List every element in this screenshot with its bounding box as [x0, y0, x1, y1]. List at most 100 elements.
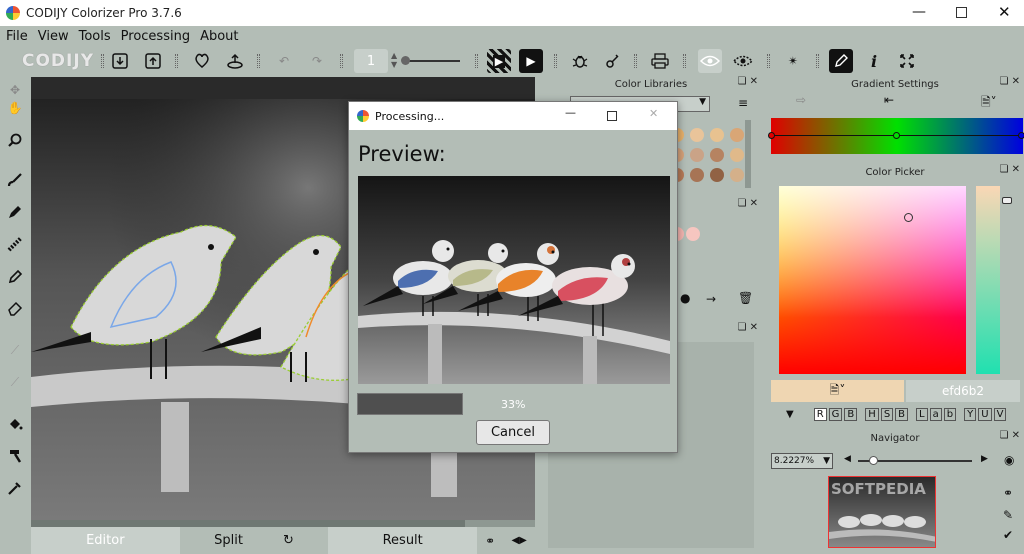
menu-about[interactable]: About: [200, 29, 238, 44]
library-scrollbar[interactable]: [745, 120, 751, 188]
nav-eye-icon[interactable]: ◉: [1004, 453, 1014, 467]
mode-h[interactable]: H: [865, 407, 879, 421]
bug-icon[interactable]: [568, 49, 592, 73]
panel-controls[interactable]: ❏ ✕: [737, 76, 758, 87]
play-icon[interactable]: ▶: [519, 49, 543, 73]
mode-g[interactable]: G: [828, 407, 843, 421]
mode-a[interactable]: a: [929, 407, 942, 421]
export-palette-icon[interactable]: [223, 49, 247, 73]
eyedropper-link-icon[interactable]: [600, 49, 624, 73]
reset-icon[interactable]: ●: [680, 291, 690, 305]
hue-slider[interactable]: [976, 186, 1000, 374]
brush-icon[interactable]: [3, 168, 27, 192]
recent-color-swatch[interactable]: [686, 227, 700, 241]
hammer-icon[interactable]: [3, 444, 27, 468]
smudge-icon[interactable]: ⟋: [3, 370, 27, 394]
eraser-icon[interactable]: [3, 296, 27, 320]
menu-processing[interactable]: Processing: [121, 29, 190, 44]
eye-icon[interactable]: [698, 49, 722, 73]
maximize-icon[interactable]: [956, 7, 967, 18]
trash-icon[interactable]: 🗑: [738, 291, 753, 305]
menu-view[interactable]: View: [38, 29, 69, 44]
texture-brush-icon[interactable]: [3, 232, 27, 256]
zoom-icon[interactable]: [3, 128, 27, 152]
panel-controls[interactable]: ❏ ✕: [999, 76, 1020, 87]
print-icon[interactable]: [648, 49, 672, 73]
mode-bv[interactable]: B: [895, 407, 909, 421]
gradient-save-icon[interactable]: 🗎˅: [981, 93, 997, 114]
mode-b[interactable]: B: [844, 407, 858, 421]
gradient-stop[interactable]: [1018, 132, 1024, 139]
compare-icon[interactable]: ⚭: [1003, 486, 1013, 500]
progress-label: 33%: [501, 398, 526, 411]
tab-editor[interactable]: Editor: [31, 527, 180, 554]
menu-tools[interactable]: Tools: [79, 29, 111, 44]
mode-lb[interactable]: b: [943, 407, 957, 421]
mode-u[interactable]: U: [978, 407, 992, 421]
eyedropper-icon[interactable]: [3, 476, 27, 500]
color-field-cursor[interactable]: [904, 213, 913, 222]
mode-dropdown-icon[interactable]: ▼: [786, 409, 794, 420]
pencil-icon[interactable]: [3, 200, 27, 224]
close-icon[interactable]: ✕: [998, 3, 1011, 21]
tab-split[interactable]: Split ↻: [180, 527, 329, 554]
mode-v[interactable]: V: [993, 407, 1007, 421]
hex-field[interactable]: efd6b2: [906, 380, 1020, 402]
zoom-out-icon[interactable]: ◀: [844, 454, 851, 464]
cancel-button[interactable]: Cancel: [476, 420, 550, 445]
brush-size-spinner[interactable]: ▲ ▼: [391, 51, 397, 69]
gradient-preset-icon[interactable]: ⇤: [884, 93, 894, 107]
compare-icon[interactable]: ⚭: [485, 534, 495, 548]
panel-controls[interactable]: ❏ ✕: [999, 430, 1020, 441]
info-icon[interactable]: i: [862, 49, 886, 73]
pencil-icon[interactable]: ✎: [1003, 508, 1013, 522]
mode-l[interactable]: L: [916, 407, 928, 421]
gradient-stop[interactable]: [768, 132, 775, 139]
panel-controls[interactable]: ❏ ✕: [737, 322, 758, 333]
fill-bucket-icon[interactable]: [3, 412, 27, 436]
zoom-in-icon[interactable]: ▶: [981, 454, 988, 464]
checkmark-icon[interactable]: ✔: [1003, 528, 1013, 542]
gradient-stop[interactable]: [893, 132, 900, 139]
marker-icon[interactable]: [3, 264, 27, 288]
panel-controls[interactable]: ❏ ✕: [999, 164, 1020, 175]
fullscreen-icon[interactable]: [895, 49, 919, 73]
mode-s[interactable]: S: [880, 407, 894, 421]
pen-tool-icon[interactable]: [829, 49, 853, 73]
menu-file[interactable]: File: [6, 29, 28, 44]
hand-icon[interactable]: ✋: [3, 96, 27, 120]
mode-r[interactable]: R: [813, 407, 827, 421]
tab-result[interactable]: Result: [328, 527, 478, 554]
navigator-thumbnail[interactable]: SOFTPEDIA: [828, 476, 936, 548]
palette-heart-icon[interactable]: [190, 49, 214, 73]
line-tool-icon[interactable]: ⟋: [3, 338, 27, 362]
zoom-slider[interactable]: [858, 456, 972, 465]
zoom-select[interactable]: 8.2227% ▼: [771, 453, 833, 469]
hide-eye-icon[interactable]: [731, 49, 755, 73]
star-settings-icon[interactable]: ✴: [781, 49, 805, 73]
import-icon[interactable]: [108, 49, 132, 73]
gradient-arrow-icon[interactable]: ⇨: [796, 93, 806, 107]
export-icon[interactable]: [141, 49, 165, 73]
current-color-swatch[interactable]: 🗎˅: [771, 380, 904, 402]
canvas-scrollbar[interactable]: [31, 520, 535, 527]
preview-checker-icon[interactable]: ▶: [487, 49, 511, 73]
color-save-icon[interactable]: 🗎˅: [830, 381, 846, 402]
brush-size-field[interactable]: 1: [354, 49, 388, 73]
gradient-bar[interactable]: [768, 118, 1024, 154]
close-icon[interactable]: ✕: [649, 107, 658, 120]
redo-icon[interactable]: ↷: [305, 49, 329, 73]
minimize-icon[interactable]: —: [912, 4, 926, 20]
undo-icon[interactable]: ↶: [272, 49, 296, 73]
hue-slider-handle[interactable]: [1002, 197, 1012, 204]
arrow-right-icon[interactable]: →: [706, 292, 716, 306]
minimize-icon[interactable]: —: [565, 106, 576, 119]
brush-size-slider[interactable]: [401, 56, 460, 65]
panel-controls[interactable]: ❏ ✕: [737, 198, 758, 209]
mode-y[interactable]: Y: [964, 407, 977, 421]
color-field[interactable]: [779, 186, 966, 374]
swap-icon[interactable]: ↻: [283, 533, 294, 548]
arrows-lr-icon[interactable]: ◀▶: [511, 535, 526, 546]
maximize-icon[interactable]: [607, 111, 617, 121]
library-menu-icon[interactable]: ≡: [738, 96, 748, 110]
